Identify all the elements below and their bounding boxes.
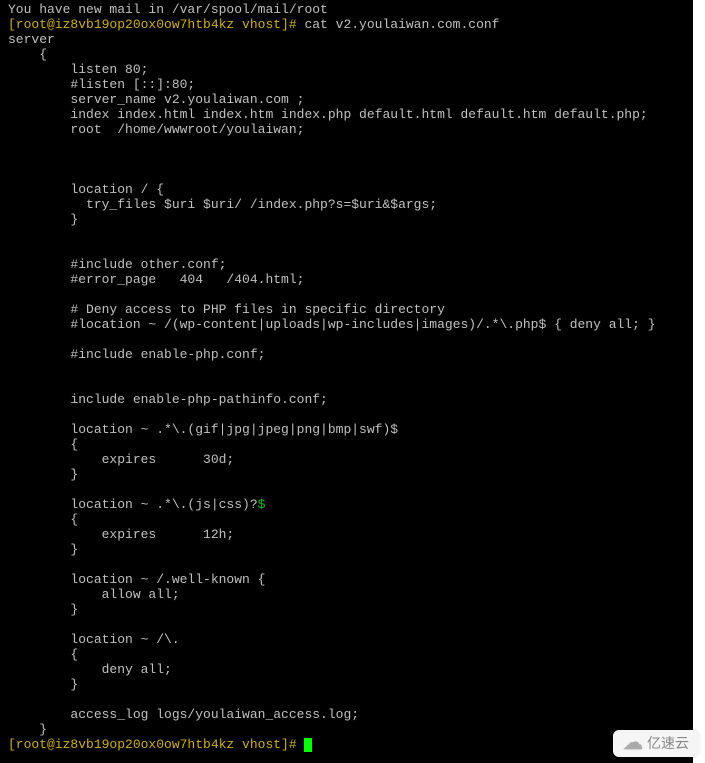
terminal-line — [8, 617, 685, 632]
terminal-line: #location ~ /(wp-content|uploads|wp-incl… — [8, 317, 685, 332]
shell-prompt: [root@iz8vb19op20ox0ow7htb4kz vhost]# — [8, 737, 304, 752]
terminal-line: } — [8, 677, 685, 692]
terminal-line: try_files $uri $uri/ /index.php?s=$uri&$… — [8, 197, 685, 212]
shell-command: cat v2.youlaiwan.com.conf — [304, 17, 499, 32]
terminal-line: } — [8, 602, 685, 617]
terminal-line: allow all; — [8, 587, 685, 602]
terminal-line: index index.html index.htm index.php def… — [8, 107, 685, 122]
terminal-line: location ~ .*\.(js|css)?$ — [8, 497, 685, 512]
terminal-line: #error_page 404 /404.html; — [8, 272, 685, 287]
terminal-line: { — [8, 47, 685, 62]
terminal-line — [8, 152, 685, 167]
terminal-line — [8, 362, 685, 377]
cloud-icon: ☁ — [623, 736, 643, 751]
terminal-line — [8, 227, 685, 242]
terminal-line: server_name v2.youlaiwan.com ; — [8, 92, 685, 107]
terminal-line: # Deny access to PHP files in specific d… — [8, 302, 685, 317]
terminal-line: location ~ /.well-known { — [8, 572, 685, 587]
terminal-line: #include other.conf; — [8, 257, 685, 272]
terminal-line: { — [8, 437, 685, 452]
terminal-line: } — [8, 467, 685, 482]
terminal-line: [root@iz8vb19op20ox0ow7htb4kz vhost]# ca… — [8, 17, 685, 32]
watermark-badge: ☁ 亿速云 — [613, 730, 699, 757]
terminal-line: expires 12h; — [8, 527, 685, 542]
terminal-line: deny all; — [8, 662, 685, 677]
terminal-window[interactable]: You have new mail in /var/spool/mail/roo… — [0, 0, 693, 763]
terminal-line: #listen [::]:80; — [8, 77, 685, 92]
terminal-line: server — [8, 32, 685, 47]
watermark-text: 亿速云 — [647, 736, 689, 751]
terminal-text: $ — [258, 497, 266, 512]
terminal-line: { — [8, 512, 685, 527]
terminal-line — [8, 377, 685, 392]
terminal-line: { — [8, 647, 685, 662]
terminal-line — [8, 167, 685, 182]
terminal-line — [8, 287, 685, 302]
terminal-line — [8, 137, 685, 152]
terminal-line: include enable-php-pathinfo.conf; — [8, 392, 685, 407]
terminal-line: listen 80; — [8, 62, 685, 77]
cursor-block — [304, 738, 312, 752]
terminal-line: location / { — [8, 182, 685, 197]
terminal-line — [8, 407, 685, 422]
terminal-line: } — [8, 722, 685, 737]
terminal-line — [8, 332, 685, 347]
terminal-line: #include enable-php.conf; — [8, 347, 685, 362]
terminal-line: access_log logs/youlaiwan_access.log; — [8, 707, 685, 722]
terminal-line — [8, 557, 685, 572]
terminal-line: [root@iz8vb19op20ox0ow7htb4kz vhost]# — [8, 737, 685, 752]
terminal-line — [8, 242, 685, 257]
terminal-line — [8, 692, 685, 707]
terminal-line: } — [8, 542, 685, 557]
terminal-text: location ~ .*\.(js|css)? — [8, 497, 258, 512]
terminal-line: root /home/wwwroot/youlaiwan; — [8, 122, 685, 137]
terminal-line: } — [8, 212, 685, 227]
terminal-line — [8, 482, 685, 497]
terminal-line: location ~ .*\.(gif|jpg|jpeg|png|bmp|swf… — [8, 422, 685, 437]
terminal-line: You have new mail in /var/spool/mail/roo… — [8, 2, 685, 17]
shell-prompt: [root@iz8vb19op20ox0ow7htb4kz vhost]# — [8, 17, 304, 32]
terminal-line: location ~ /\. — [8, 632, 685, 647]
terminal-line: expires 30d; — [8, 452, 685, 467]
